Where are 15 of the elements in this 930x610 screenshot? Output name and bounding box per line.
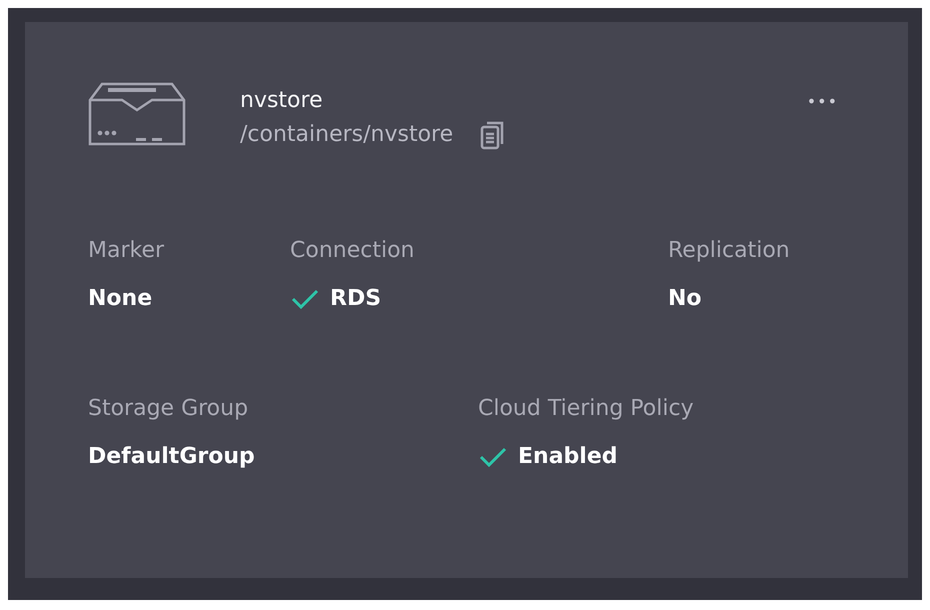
field-label: Connection (290, 237, 416, 265)
storage-box-icon (88, 82, 186, 146)
copy-icon[interactable] (479, 120, 506, 150)
more-menu-button[interactable]: ••• (806, 92, 838, 111)
container-path: /containers/nvstore (240, 121, 454, 149)
field-value: DefaultGroup (88, 443, 255, 471)
field-value: RDS (330, 285, 382, 313)
field-label: Cloud Tiering Policy (478, 395, 695, 423)
field-label: Replication (668, 237, 791, 265)
field-value: No (668, 285, 702, 313)
field-label: Marker (88, 237, 166, 265)
field-label: Storage Group (88, 395, 250, 423)
field-value: Enabled (518, 443, 618, 471)
field-value: None (88, 285, 152, 313)
container-name: nvstore (240, 87, 324, 115)
